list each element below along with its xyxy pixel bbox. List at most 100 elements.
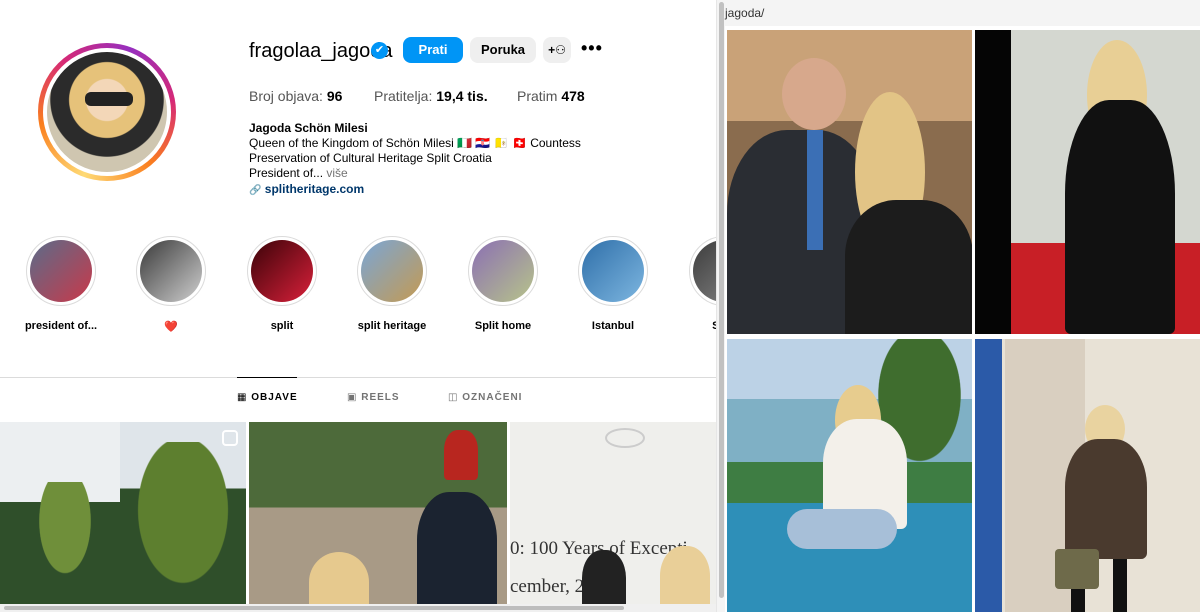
post-thumbnail-1[interactable] [0,422,246,612]
highlight-label: Istanbul [591,320,635,332]
horizontal-scrollbar[interactable] [0,604,716,612]
highlight-president[interactable]: president of... [6,236,116,332]
highlight-cover [693,240,716,302]
url-text: jagoda/ [725,6,765,20]
photo-gallery-pane: jagoda/ [725,0,1200,612]
highlight-ring [26,236,96,306]
gallery-photo-1[interactable] [727,30,972,334]
jeans-decoration [787,509,897,549]
bio-line-2: Preservation of Cultural Heritage Split … [249,151,492,165]
highlight-split-2[interactable]: Split [669,236,716,332]
jacket-decoration [845,200,972,334]
post-caption-line-2: cember, 2 [510,576,585,597]
person-decoration [782,58,846,130]
following-value: 478 [561,88,585,104]
highlight-label: Split home [474,320,532,332]
highlight-label: split heritage [357,320,427,332]
handbag-decoration [1055,549,1099,589]
tab-label: OZNAČENI [462,392,523,403]
person-decoration [660,546,710,612]
profile-tabs: ▦ OBJAVE ▣ REELS ◫ OZNAČENI [0,377,716,419]
gallery-photo-3[interactable] [727,339,972,612]
plume-decoration [444,430,478,480]
profile-avatar-story-ring[interactable] [38,43,176,181]
tab-label: OBJAVE [251,392,298,403]
tab-posts[interactable]: ▦ OBJAVE [237,392,298,403]
palm-decoration [120,442,246,612]
highlight-cover [251,240,313,302]
highlight-heart[interactable]: ❤️ [116,236,226,333]
highlight-label: ❤️ [164,321,178,333]
highlight-ring [136,236,206,306]
suit-decoration [1065,100,1175,334]
profile-bio: Jagoda Schön Milesi Queen of the Kingdom… [249,121,629,198]
profile-full-name: Jagoda Schön Milesi [249,121,368,135]
active-tab-indicator [237,377,297,378]
followers-label: Pratitelja: [374,88,433,104]
fur-coat-decoration [1065,439,1147,559]
following-count[interactable]: Pratim 478 [517,88,585,104]
followers-value: 19,4 tis. [436,88,488,104]
bio-line-1: Queen of the Kingdom of Schön Milesi 🇮🇹 … [249,136,581,150]
highlight-cover [361,240,423,302]
highlight-istanbul[interactable]: Istanbul [558,236,668,332]
profile-website-link[interactable]: 🔗 splitheritage.com [249,182,629,198]
highlight-cover [30,240,92,302]
tab-tagged[interactable]: ◫ OZNAČENI [448,392,522,403]
message-button[interactable]: Poruka [470,37,536,63]
following-label: Pratim [517,88,558,104]
verified-badge-icon: ✔ [371,42,388,59]
instagram-profile-pane: fragolaa_jagoda ✔ Prati Poruka +⚇ ••• Br… [0,0,716,612]
tab-reels[interactable]: ▣ REELS [347,392,400,403]
highlight-cover [582,240,644,302]
posts-label: Broj objava: [249,88,323,104]
highlight-split-heritage[interactable]: split heritage [337,236,447,332]
highlight-ring [578,236,648,306]
follow-button[interactable]: Prati [403,37,463,63]
highlight-ring [357,236,427,306]
highlight-split-home[interactable]: Split home [448,236,558,332]
leg-decoration [1113,559,1127,612]
grid-icon: ▦ [237,392,248,403]
bio-line-3: President of... [249,166,324,180]
screen: fragolaa_jagoda ✔ Prati Poruka +⚇ ••• Br… [0,0,1200,612]
reels-icon: ▣ [347,392,358,403]
carabiniere-decoration [417,492,497,612]
sunglasses-decoration [85,92,133,106]
gallery-photo-2[interactable] [975,30,1200,334]
posts-count: Broj objava: 96 [249,88,342,104]
tagged-icon: ◫ [448,392,459,403]
website-link-text: splitheritage.com [264,182,365,196]
vertical-scrollbar[interactable] [716,0,725,612]
palm-decoration [20,482,110,612]
highlight-label: president of... [24,320,98,332]
highlight-cover [472,240,534,302]
reel-icon [222,430,238,446]
posts-value: 96 [326,88,343,104]
highlight-ring [468,236,538,306]
highlight-label: Split [712,320,716,332]
link-icon: 🔗 [249,185,262,196]
bio-more-link[interactable]: više [323,166,347,180]
more-options-icon[interactable]: ••• [581,38,603,59]
highlight-ring [247,236,317,306]
bio-line-3-row: President of... više [249,166,629,181]
scrollbar-thumb[interactable] [4,606,624,610]
priest-decoration [582,550,626,612]
person-decoration [309,552,369,612]
avatar[interactable] [43,48,171,176]
ceiling-lamp-decoration [605,428,645,448]
gallery-photo-4[interactable] [975,339,1200,612]
followers-count[interactable]: Pratitelja: 19,4 tis. [374,88,488,104]
highlight-split[interactable]: split [227,236,337,332]
add-user-icon[interactable]: +⚇ [543,37,571,63]
url-bar[interactable]: jagoda/ [725,0,1200,26]
tab-label: REELS [361,392,400,403]
tie-decoration [807,130,823,250]
post-thumbnail-3[interactable]: 0: 100 Years of Excepti cember, 2 [510,422,716,612]
highlight-cover [140,240,202,302]
highlight-label: split [270,320,294,332]
highlight-ring [689,236,716,306]
post-thumbnail-2[interactable] [249,422,507,612]
scrollbar-thumb[interactable] [719,2,724,598]
